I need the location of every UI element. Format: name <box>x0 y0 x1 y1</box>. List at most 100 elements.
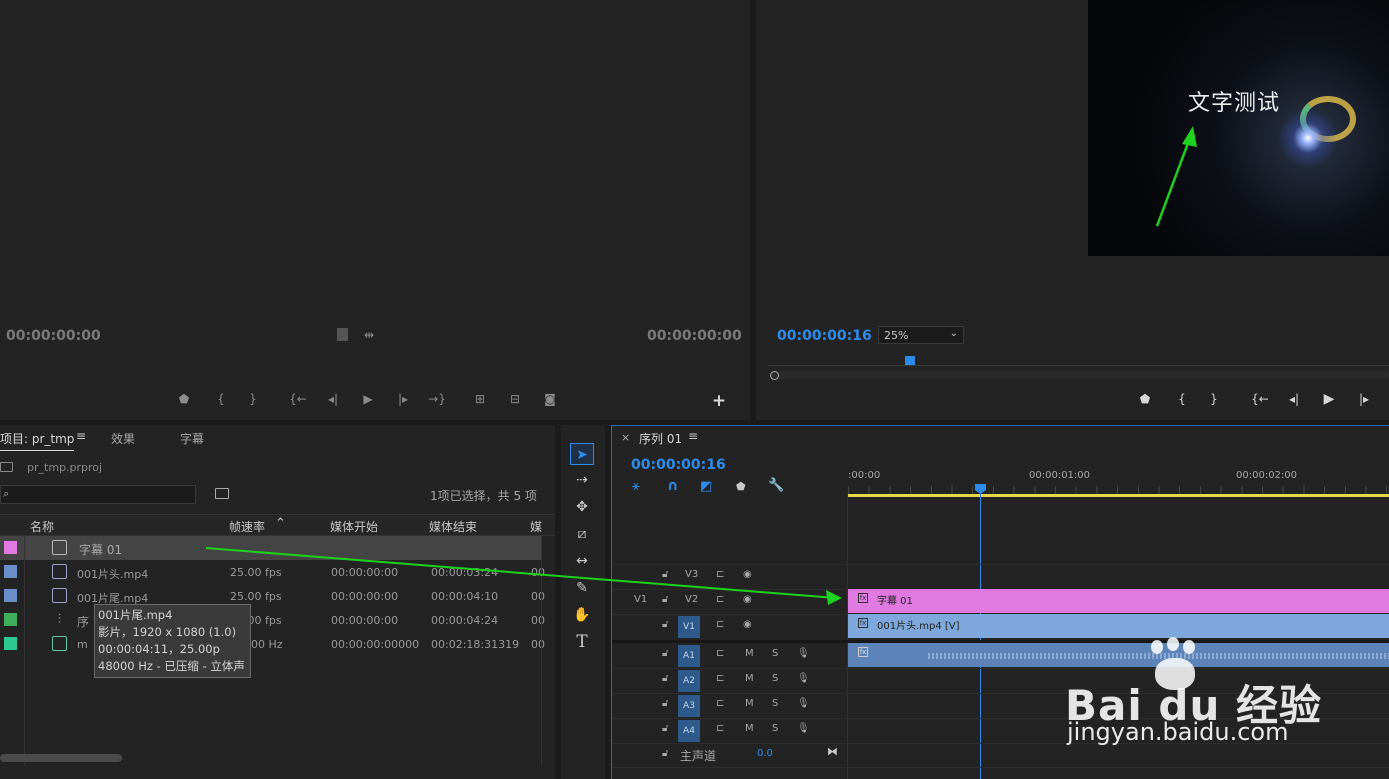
mute-button[interactable]: M <box>745 723 754 734</box>
selection-tool-icon[interactable]: ➤ <box>570 443 594 465</box>
drag-video-only-icon[interactable] <box>337 328 348 341</box>
go-to-end-icon[interactable]: ⧓ <box>827 745 838 758</box>
pen-tool-icon[interactable]: ✎ <box>570 577 594 599</box>
add-marker-icon[interactable]: ⬟ <box>1136 392 1154 406</box>
sync-lock-icon[interactable]: ⊏ <box>716 594 724 605</box>
label-color-swatch[interactable] <box>4 589 17 602</box>
mute-button[interactable]: M <box>745 673 754 684</box>
go-to-in-icon[interactable]: {← <box>289 392 307 406</box>
timeline-timecode[interactable]: 00:00:00:16 <box>631 457 726 473</box>
track-target-v1[interactable]: V1 <box>678 616 700 638</box>
mute-button[interactable]: M <box>745 648 754 659</box>
new-bin-icon[interactable] <box>215 488 229 499</box>
label-color-swatch[interactable] <box>4 541 17 554</box>
snap-icon[interactable]: ∩ <box>667 478 678 494</box>
play-icon[interactable]: ▶ <box>359 392 377 406</box>
sequence-menu-icon[interactable]: ≡ <box>688 429 698 443</box>
lock-icon[interactable]: 🔓︎ <box>662 619 668 630</box>
export-frame-icon[interactable]: ◙ <box>541 392 559 406</box>
mic-icon[interactable]: 🎙︎ <box>797 698 810 709</box>
label-color-swatch[interactable] <box>4 637 17 650</box>
lock-icon[interactable]: 🔓︎ <box>662 673 668 684</box>
col-media-start[interactable]: 媒体开始 <box>330 518 378 535</box>
mark-in-icon[interactable]: { <box>212 392 230 406</box>
list-item[interactable]: ⫶ 序 25.00 fps 00:00:00:00 00:00:04:24 00 <box>0 608 545 632</box>
source-timecode-right[interactable]: 00:00:00:00 <box>647 328 742 344</box>
tab-titles[interactable]: 字幕 <box>180 430 204 447</box>
razor-tool-icon[interactable]: ⧄ <box>570 523 594 545</box>
mic-icon[interactable]: 🎙︎ <box>797 723 810 734</box>
solo-button[interactable]: S <box>772 723 778 734</box>
program-playhead[interactable] <box>905 356 915 365</box>
sync-lock-icon[interactable]: ⊏ <box>716 619 724 630</box>
mic-icon[interactable]: 🎙︎ <box>797 673 810 684</box>
ripple-edit-tool-icon[interactable]: ✥ <box>570 496 594 518</box>
list-item[interactable]: 001片头.mp4 25.00 fps 00:00:00:00 00:00:03… <box>0 560 545 584</box>
step-back-icon[interactable]: ◂| <box>324 392 342 406</box>
lock-icon[interactable]: 🔓︎ <box>662 748 668 759</box>
play-icon[interactable]: ▶ <box>1320 391 1338 407</box>
step-back-icon[interactable]: ◂| <box>1285 392 1303 406</box>
lock-icon[interactable]: 🔓︎ <box>662 648 668 659</box>
track-target-a3[interactable]: A3 <box>678 695 700 717</box>
title-clip[interactable]: fx 字幕 01 <box>848 589 1389 613</box>
sync-lock-icon[interactable]: ⊏ <box>716 648 724 659</box>
sync-lock-icon[interactable]: ⊏ <box>716 698 724 709</box>
panel-menu-icon[interactable]: ≡ <box>76 429 86 443</box>
overwrite-icon[interactable]: ⊟ <box>506 392 524 406</box>
program-timecode[interactable]: 00:00:00:16 <box>777 328 872 344</box>
add-button-icon[interactable]: + <box>710 391 728 411</box>
add-marker-icon[interactable]: ⬟ <box>175 392 193 406</box>
zoom-select[interactable]: 25% ⌄ <box>878 326 964 344</box>
step-forward-icon[interactable]: |▸ <box>1355 392 1373 406</box>
label-color-swatch[interactable] <box>4 613 17 626</box>
source-timecode-left[interactable]: 00:00:00:00 <box>6 328 101 344</box>
go-to-out-icon[interactable]: →} <box>428 392 446 406</box>
tab-project[interactable]: 项目: pr_tmp <box>0 430 75 451</box>
linked-selection-icon[interactable]: ◩ <box>700 479 712 494</box>
mark-in-icon[interactable]: { <box>1173 392 1191 406</box>
solo-button[interactable]: S <box>772 673 778 684</box>
scroll-handle[interactable] <box>770 371 779 380</box>
tab-effects[interactable]: 效果 <box>111 430 135 447</box>
col-name[interactable]: 名称 <box>30 518 54 535</box>
track-select-tool-icon[interactable]: ⇢ <box>570 469 594 491</box>
video-clip[interactable]: fx 001片头.mp4 [V] <box>848 614 1389 638</box>
horizontal-scrollbar[interactable] <box>0 754 122 762</box>
master-value[interactable]: 0.0 <box>757 748 773 759</box>
mute-button[interactable]: M <box>745 698 754 709</box>
track-a1[interactable]: 🔓︎ A1 ⊏ M S 🎙︎ <box>612 643 848 667</box>
track-v1[interactable]: 🔓︎ V1 ⊏ ◉ <box>612 614 848 638</box>
lock-icon[interactable]: 🔓︎ <box>662 569 668 580</box>
col-fps[interactable]: 帧速率 <box>229 518 265 535</box>
track-v2[interactable]: V1 🔓︎ V2 ⊏ ◉ <box>612 589 848 613</box>
work-area-bar[interactable] <box>848 494 1389 497</box>
col-media-more[interactable]: 媒 <box>530 518 542 535</box>
list-item[interactable]: 字幕 01 <box>0 536 542 560</box>
snap-nest-icon[interactable]: ⚹ <box>632 479 640 494</box>
solo-button[interactable]: S <box>772 698 778 709</box>
close-icon[interactable]: × <box>621 431 630 444</box>
lock-icon[interactable]: 🔓︎ <box>662 594 668 605</box>
track-v3[interactable]: 🔓︎ V3 ⊏ ◉ <box>612 564 848 588</box>
program-scrollbar[interactable] <box>770 371 1389 379</box>
track-a3[interactable]: 🔓︎ A3 ⊏ M S 🎙︎ <box>612 693 848 717</box>
wrench-icon[interactable]: 🔧 <box>768 478 784 493</box>
col-media-end[interactable]: 媒体结束 <box>429 518 477 535</box>
list-item[interactable]: 001片尾.mp4 25.00 fps 00:00:00:00 00:00:04… <box>0 584 545 608</box>
eye-icon[interactable]: ◉ <box>743 594 752 605</box>
search-input[interactable]: ⌕ <box>0 485 196 504</box>
list-item[interactable]: m 48000 Hz 00:00:00:00000 00:02:18:31319… <box>0 632 545 656</box>
solo-button[interactable]: S <box>772 648 778 659</box>
track-a2[interactable]: 🔓︎ A2 ⊏ M S 🎙︎ <box>612 668 848 692</box>
program-ruler[interactable] <box>768 358 1389 366</box>
eye-icon[interactable]: ◉ <box>743 569 752 580</box>
mark-out-icon[interactable]: } <box>1205 392 1223 406</box>
mic-icon[interactable]: 🎙︎ <box>797 648 810 659</box>
sync-lock-icon[interactable]: ⊏ <box>716 569 724 580</box>
mark-out-icon[interactable]: } <box>244 392 262 406</box>
time-ruler[interactable] <box>848 486 1389 494</box>
hand-tool-icon[interactable]: ✋ <box>570 604 594 626</box>
step-forward-icon[interactable]: |▸ <box>394 392 412 406</box>
drag-audio-only-icon[interactable]: ⇹ <box>360 328 378 342</box>
